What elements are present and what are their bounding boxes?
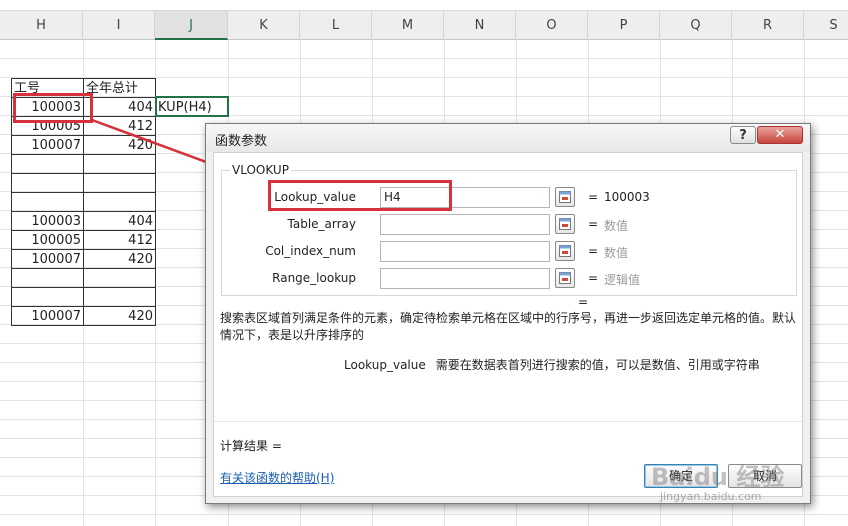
cell-h-row[interactable]: 100007 bbox=[12, 136, 83, 155]
cell-i-row[interactable]: 420 bbox=[84, 136, 155, 155]
cell-i-row[interactable]: 412 bbox=[84, 231, 155, 250]
cell-i-header[interactable]: 全年总计 bbox=[84, 79, 155, 98]
cell-i-row[interactable]: 412 bbox=[84, 117, 155, 136]
function-help-link[interactable]: 有关该函数的帮助(H) bbox=[220, 469, 334, 486]
column-header-l[interactable]: L bbox=[300, 11, 372, 40]
column-header-p[interactable]: P bbox=[588, 11, 660, 40]
dialog-close-button[interactable]: ✕ bbox=[757, 126, 803, 144]
column-header-s[interactable]: S bbox=[804, 11, 848, 40]
column-header-k[interactable]: K bbox=[228, 11, 300, 40]
cell-i-row[interactable] bbox=[84, 288, 155, 307]
range-lookup-collapse-button[interactable] bbox=[555, 268, 575, 288]
column-header-q[interactable]: Q bbox=[660, 11, 732, 40]
lookup-value-collapse-button[interactable] bbox=[555, 187, 575, 207]
function-result-equals: = bbox=[578, 295, 589, 309]
cell-i-row[interactable]: 404 bbox=[84, 98, 155, 117]
argument-description-text: 需要在数据表首列进行搜索的值，可以是数值、引用或字符串 bbox=[435, 358, 760, 372]
function-description: 搜索表区域首列满足条件的元素，确定待检索单元格在区域中的行序号，再进一步返回选定… bbox=[220, 311, 797, 342]
arg-result-range-lookup: 逻辑值 bbox=[604, 273, 641, 287]
arg-equals: = bbox=[588, 244, 599, 258]
formula-cell-text[interactable]: KUP(H4) bbox=[156, 98, 228, 117]
table-array-input[interactable] bbox=[380, 214, 550, 235]
cell-i-row[interactable]: 420 bbox=[84, 307, 155, 326]
column-header-r[interactable]: R bbox=[732, 11, 804, 40]
column-header-h[interactable]: H bbox=[0, 11, 83, 40]
cell-h-row[interactable]: 100007 bbox=[12, 250, 83, 269]
column-header-n[interactable]: N bbox=[444, 11, 516, 40]
column-header-m[interactable]: M bbox=[372, 11, 444, 40]
calc-result-label: 计算结果 = bbox=[220, 439, 282, 453]
arg-result-table-array: 数值 bbox=[604, 219, 629, 233]
arg-label-range-lookup: Range_lookup bbox=[272, 271, 356, 285]
dialog-help-button[interactable]: ? bbox=[730, 126, 756, 144]
cell-h-row[interactable] bbox=[12, 155, 83, 174]
range-select-icon bbox=[559, 272, 571, 284]
watermark-url: jingyan.baidu.com bbox=[660, 490, 762, 503]
column-header-o[interactable]: O bbox=[516, 11, 588, 40]
divider bbox=[214, 421, 802, 422]
cell-i-row[interactable] bbox=[84, 155, 155, 174]
column-header-i[interactable]: I bbox=[83, 11, 155, 40]
arg-label-col-index-num: Col_index_num bbox=[265, 244, 356, 258]
argument-description-name: Lookup_value bbox=[344, 358, 426, 372]
range-select-icon bbox=[559, 245, 571, 257]
col-index-num-input[interactable] bbox=[380, 241, 550, 262]
arg-equals: = bbox=[588, 190, 599, 204]
arg-result-col-index-num: 数值 bbox=[604, 246, 629, 260]
arg-equals: = bbox=[588, 271, 599, 285]
cell-h-row[interactable] bbox=[12, 174, 83, 193]
arg-equals: = bbox=[588, 217, 599, 231]
function-name: VLOOKUP bbox=[230, 163, 291, 177]
cell-h-row[interactable] bbox=[12, 269, 83, 288]
ribbon-edge bbox=[0, 0, 848, 10]
dialog-title: 函数参数 bbox=[215, 134, 268, 149]
cell-i-row[interactable] bbox=[84, 174, 155, 193]
cell-h-row[interactable]: 100003 bbox=[12, 212, 83, 231]
range-lookup-input[interactable] bbox=[380, 268, 550, 289]
cell-h-row[interactable]: 100005 bbox=[12, 231, 83, 250]
arg-label-table-array: Table_array bbox=[287, 217, 357, 231]
cell-h-row[interactable] bbox=[12, 288, 83, 307]
range-select-icon bbox=[559, 191, 571, 203]
cell-h-row[interactable]: 100007 bbox=[12, 307, 83, 326]
argument-description: Lookup_value 需要在数据表首列进行搜索的值，可以是数值、引用或字符串 bbox=[344, 356, 760, 373]
highlight-box-h4 bbox=[13, 93, 93, 123]
cell-h-row[interactable] bbox=[12, 193, 83, 212]
table-array-collapse-button[interactable] bbox=[555, 214, 575, 234]
watermark-logo: Baidu 经验 bbox=[651, 463, 785, 491]
cell-i-row[interactable] bbox=[84, 193, 155, 212]
cell-i-row[interactable]: 420 bbox=[84, 250, 155, 269]
column-header-row: H I J K L M N O P Q R S bbox=[0, 10, 848, 40]
highlight-box-lookup-value bbox=[268, 180, 452, 211]
col-index-num-collapse-button[interactable] bbox=[555, 241, 575, 261]
cell-i-row[interactable]: 404 bbox=[84, 212, 155, 231]
dialog-titlebar[interactable]: 函数参数 ? ✕ bbox=[206, 124, 810, 152]
column-header-j[interactable]: J bbox=[155, 11, 228, 40]
cell-i-row[interactable] bbox=[84, 269, 155, 288]
arg-result-lookup-value: 100003 bbox=[604, 190, 650, 204]
range-select-icon bbox=[559, 218, 571, 230]
